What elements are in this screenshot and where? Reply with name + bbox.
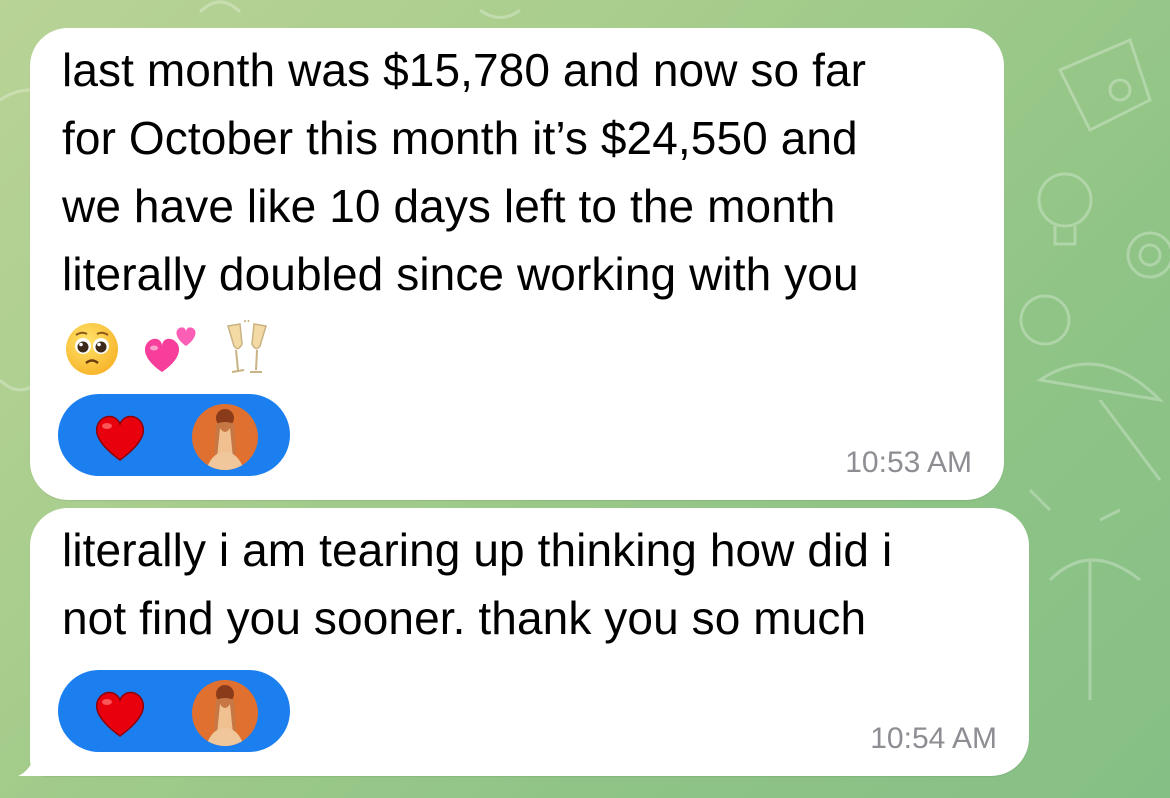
message-bubble[interactable]: literally i am tearing up thinking how d… (30, 508, 1029, 776)
message-text: last month was $15,780 and now so far fo… (62, 44, 867, 300)
reactor-avatar (190, 678, 260, 748)
heart-icon (95, 415, 145, 461)
bubble-tail (18, 740, 54, 776)
message-timestamp: 10:53 AM (845, 446, 972, 479)
emoji-row (64, 320, 272, 378)
heart-reaction-pill[interactable] (58, 670, 290, 752)
clinking-glasses-icon (227, 320, 267, 373)
message-timestamp: 10:54 AM (870, 722, 997, 755)
message-text: literally i am tearing up thinking how d… (62, 524, 893, 644)
message-bubble[interactable]: last month was $15,780 and now so far fo… (30, 28, 1004, 500)
heart-icon (95, 691, 145, 737)
two-hearts-icon (144, 327, 196, 372)
reactor-avatar (190, 402, 260, 472)
pleading-face-icon (66, 323, 118, 375)
heart-reaction-pill[interactable] (58, 394, 290, 476)
